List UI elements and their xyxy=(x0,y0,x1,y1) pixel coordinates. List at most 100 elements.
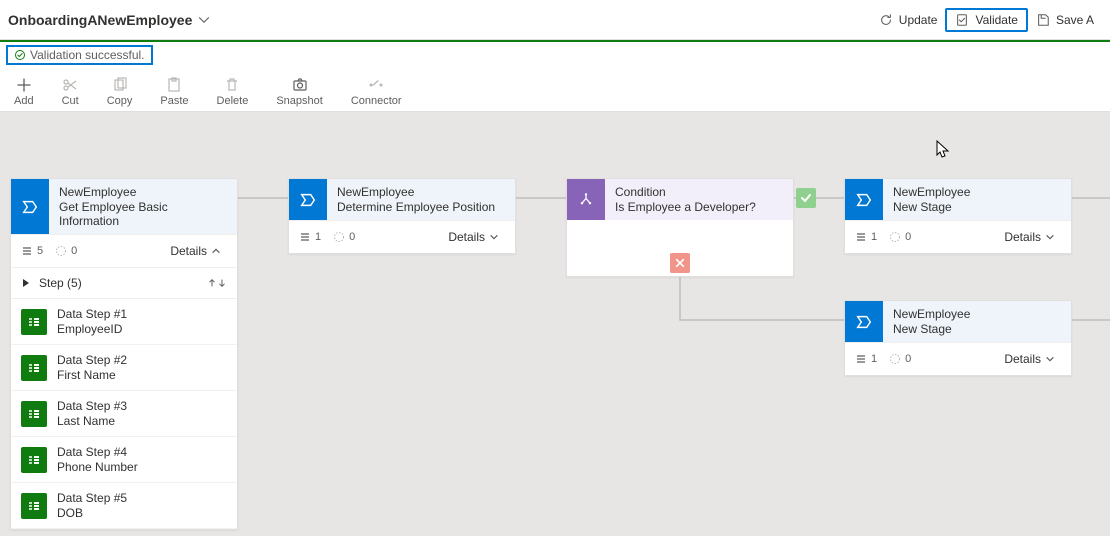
update-button[interactable]: Update xyxy=(871,9,946,31)
connector-label: Connector xyxy=(351,95,402,107)
save-as-button[interactable]: Save A xyxy=(1028,9,1102,31)
save-icon xyxy=(1036,13,1050,27)
copy-button[interactable]: Copy xyxy=(107,75,133,111)
step-row[interactable]: Data Step #4Phone Number xyxy=(11,437,237,483)
sort-arrows-icon[interactable] xyxy=(207,277,227,289)
clock-dotted-icon xyxy=(333,231,345,243)
condition-yes-badge xyxy=(796,188,816,208)
time-count: 0 xyxy=(889,231,911,243)
chevron-badge-icon xyxy=(299,191,317,209)
add-label: Add xyxy=(14,95,34,107)
condition-icon xyxy=(567,179,605,220)
details-toggle[interactable]: Details xyxy=(164,243,227,259)
stage-icon xyxy=(845,179,883,220)
stage-card-1[interactable]: NewEmployee Get Employee Basic Informati… xyxy=(10,178,238,530)
connector-button[interactable]: Connector xyxy=(351,75,402,111)
save-label: Save A xyxy=(1056,13,1094,27)
clipboard-check-icon xyxy=(955,13,969,27)
snapshot-label: Snapshot xyxy=(276,95,322,107)
camera-icon xyxy=(292,77,308,93)
data-step-icon xyxy=(21,493,47,519)
data-step-icon xyxy=(21,309,47,335)
designer-canvas[interactable]: NewEmployee Get Employee Basic Informati… xyxy=(0,112,1110,536)
mouse-cursor-icon xyxy=(936,140,950,158)
paste-label: Paste xyxy=(160,95,188,107)
clipboard-icon xyxy=(166,77,182,93)
delete-button[interactable]: Delete xyxy=(217,75,249,111)
chevron-up-icon xyxy=(211,246,221,256)
step-row[interactable]: Data Step #3Last Name xyxy=(11,391,237,437)
snapshot-button[interactable]: Snapshot xyxy=(276,75,322,111)
stage-icon xyxy=(11,179,49,234)
step-title: Data Step #2 xyxy=(57,353,127,367)
details-toggle[interactable]: Details xyxy=(998,229,1061,245)
step-field: Phone Number xyxy=(57,460,138,474)
x-icon xyxy=(675,258,685,268)
clock-dotted-icon xyxy=(889,353,901,365)
chevron-down-icon xyxy=(1045,232,1055,242)
copy-label: Copy xyxy=(107,95,133,107)
header-bar: OnboardingANewEmployee Update Validate S… xyxy=(0,0,1110,40)
validate-label: Validate xyxy=(975,13,1017,27)
step-count: 5 xyxy=(21,245,43,257)
check-circle-icon xyxy=(14,49,26,61)
stage-name: New Stage xyxy=(893,200,1061,214)
stage-name: Get Employee Basic Information xyxy=(59,200,227,228)
details-toggle[interactable]: Details xyxy=(998,351,1061,367)
stage-entity: NewEmployee xyxy=(893,307,1061,321)
chevron-down-icon xyxy=(1045,354,1055,364)
paste-button[interactable]: Paste xyxy=(160,75,188,111)
chevron-badge-icon xyxy=(855,191,873,209)
flow-title: OnboardingANewEmployee xyxy=(8,12,192,28)
stage-name: New Stage xyxy=(893,322,1061,336)
time-count: 0 xyxy=(333,231,355,243)
data-step-icon xyxy=(21,447,47,473)
clock-dotted-icon xyxy=(55,245,67,257)
step-count: 1 xyxy=(855,231,877,243)
time-count: 0 xyxy=(889,353,911,365)
stage-card-4[interactable]: NewEmployee New Stage 1 0 Details xyxy=(844,300,1072,376)
step-row[interactable]: Data Step #5DOB xyxy=(11,483,237,529)
condition-question: Is Employee a Developer? xyxy=(615,200,783,214)
step-field: Last Name xyxy=(57,414,127,428)
validate-button[interactable]: Validate xyxy=(945,8,1027,32)
data-step-icon xyxy=(21,355,47,381)
steps-title: Step (5) xyxy=(39,276,82,290)
delete-label: Delete xyxy=(217,95,249,107)
step-count: 1 xyxy=(855,353,877,365)
details-toggle[interactable]: Details xyxy=(442,229,505,245)
validation-bar: Validation successful. xyxy=(0,40,1110,68)
condition-title: Condition xyxy=(615,185,783,199)
list-icon xyxy=(299,231,311,243)
toolbar: Add Cut Copy Paste Delete Snapshot Conne… xyxy=(0,68,1110,112)
stage-name: Determine Employee Position xyxy=(337,200,505,214)
validation-message-box: Validation successful. xyxy=(6,45,153,65)
data-step-icon xyxy=(21,401,47,427)
list-icon xyxy=(21,245,33,257)
step-count: 1 xyxy=(299,231,321,243)
chevron-down-icon xyxy=(489,232,499,242)
triangle-right-icon xyxy=(21,278,31,288)
clock-dotted-icon xyxy=(889,231,901,243)
stage-icon xyxy=(845,301,883,342)
scissors-icon xyxy=(62,77,78,93)
add-button[interactable]: Add xyxy=(14,75,34,111)
update-label: Update xyxy=(899,13,938,27)
step-title: Data Step #4 xyxy=(57,445,138,459)
condition-no-badge xyxy=(670,253,690,273)
check-icon xyxy=(800,192,812,204)
stage-card-3[interactable]: NewEmployee New Stage 1 0 Details xyxy=(844,178,1072,254)
trash-icon xyxy=(224,77,240,93)
flow-title-wrap[interactable]: OnboardingANewEmployee xyxy=(8,12,210,28)
step-field: First Name xyxy=(57,368,127,382)
steps-header[interactable]: Step (5) xyxy=(11,267,237,299)
chevron-badge-icon xyxy=(855,313,873,331)
connector-icon xyxy=(368,77,384,93)
step-row[interactable]: Data Step #1EmployeeID xyxy=(11,299,237,345)
stage-icon xyxy=(289,179,327,220)
stage-card-2[interactable]: NewEmployee Determine Employee Position … xyxy=(288,178,516,254)
step-row[interactable]: Data Step #2First Name xyxy=(11,345,237,391)
cut-button[interactable]: Cut xyxy=(62,75,79,111)
list-icon xyxy=(855,353,867,365)
validation-message: Validation successful. xyxy=(30,48,145,62)
